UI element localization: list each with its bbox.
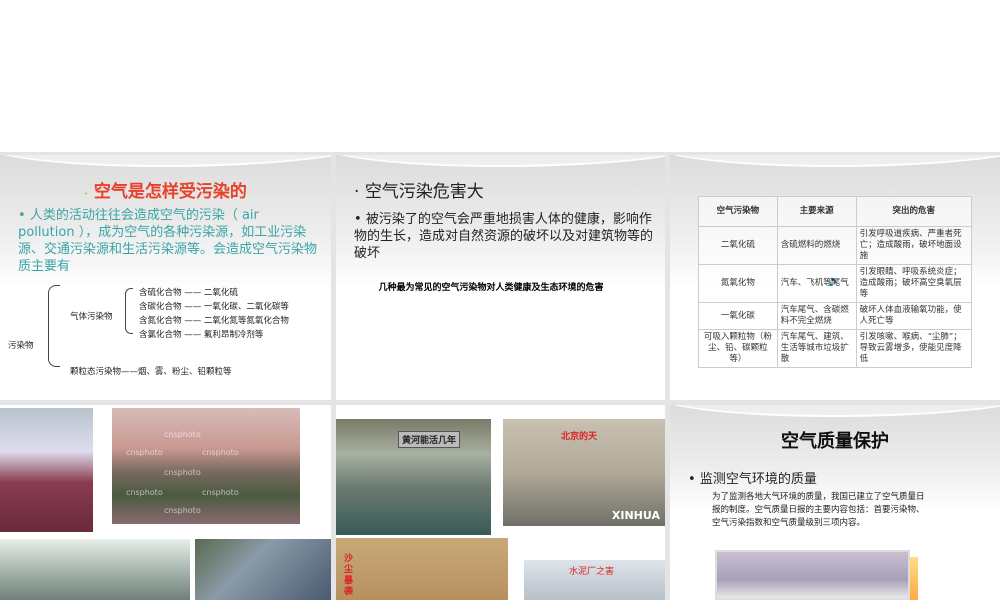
- decor-swoosh: [336, 155, 665, 167]
- photo-label: 沙尘暴袭: [344, 554, 354, 597]
- watermark: cnsphoto: [202, 488, 239, 497]
- watermark: cnsphoto: [164, 430, 201, 439]
- col-header: 突出的危害: [855, 196, 973, 227]
- watermark: cnsphoto: [164, 468, 201, 477]
- tree-item: 含氯化合物 —— 氟利昂制冷剂等: [139, 330, 264, 340]
- tree-root: 污染物: [8, 341, 34, 351]
- bullet-text: 监测空气环境的质量: [699, 472, 817, 487]
- slide-thumbnail-5[interactable]: 黄河能活几年 北京的天 XINHUA 沙尘暴袭 水泥厂之害: [336, 405, 665, 600]
- photo-label: 黄河能活几年: [398, 431, 461, 448]
- photo-monitoring-station: [715, 550, 910, 600]
- cell: 引发呼吸道疾病、严重者死亡；造成酸雨，破坏地面设施: [855, 226, 973, 265]
- watermark: cnsphoto: [202, 448, 239, 457]
- photo-smoke-pollution: cnsphoto cnsphoto cnsphoto cnsphoto cnsp…: [112, 408, 300, 524]
- title-text: 空气是怎样受污染的: [93, 182, 247, 202]
- slide-thumbnail-6[interactable]: 空气质量保护 • 监测空气环境的质量 为了监测各地大气环境的质量，我国已建立了空…: [670, 405, 1000, 600]
- title-text: 空气污染危害大: [364, 182, 484, 202]
- photo-cement-factory: 水泥厂之害: [524, 560, 665, 600]
- watermark: cnsphoto: [126, 448, 163, 457]
- photo-label: 北京的天: [561, 432, 598, 442]
- photo-smog-city: [0, 539, 190, 600]
- cell: 含硫燃料的燃烧: [776, 226, 857, 265]
- decor-swoosh: [670, 405, 1000, 417]
- cell: 一氧化碳: [698, 302, 778, 330]
- slide-paragraph: 为了监测各地大气环境的质量，我国已建立了空气质量日报的制度。空气质量日报的主要内…: [712, 492, 925, 528]
- body-text: 人类的活动往往会造成空气的污染（ air pollution ），成为空气的各种…: [18, 208, 318, 274]
- slide-title: · 空气是怎样受污染的: [84, 182, 247, 202]
- tree-item: 含碳化合物 —— 一氧化碳、二氧化碳等: [139, 302, 289, 312]
- body-text: 被污染了的空气会严重地损害人体的健康，影响作物的生长，造成对自然资源的破坏以及对…: [354, 212, 654, 261]
- photo-sandstorm: 沙尘暴袭: [336, 538, 508, 600]
- col-header: 主要来源: [776, 196, 857, 227]
- photo-label: 水泥厂之害: [569, 567, 615, 577]
- slide-thumbnail-2[interactable]: · 空气污染危害大 • 被污染了的空气会严重地损害人体的健康，影响作物的生长，造…: [336, 155, 665, 400]
- decor-swoosh: [0, 155, 331, 167]
- slide-bullet: • 监测空气环境的质量: [688, 472, 817, 487]
- cell: 氮氧化物: [698, 264, 778, 303]
- tree-gas: 气体污染物: [70, 312, 113, 322]
- slide-title: · 空气污染危害大: [354, 182, 484, 202]
- cell: 汽车、飞机等尾气: [776, 264, 857, 303]
- table-row: 二氧化硫 含硫燃料的燃烧 引发呼吸道疾病、严重者死亡；造成酸雨，破坏地面设施: [698, 226, 973, 265]
- cell: 引发眼睛、呼吸系统炎症；造成酸雨；破坏高空臭氧层等: [855, 264, 973, 303]
- slide-thumbnail-4[interactable]: cnsphoto cnsphoto cnsphoto cnsphoto cnsp…: [0, 405, 331, 600]
- cell: 可吸入颗粒物（粉尘、铅、碳颗粒等）: [698, 329, 778, 368]
- photo-gas-masks: [0, 408, 93, 532]
- cell: 破坏人体血液输氧功能，使人死亡等: [855, 302, 973, 330]
- watermark: cnsphoto: [126, 488, 163, 497]
- brace: [48, 285, 60, 367]
- speaker-icon[interactable]: 🔈: [828, 276, 840, 287]
- photo-satellite: [195, 539, 331, 600]
- cell: 引发咳嗽、喉病、“尘肺”；导致云雾增多，使能见度降低: [855, 329, 973, 368]
- photo-watermark: XINHUA: [611, 509, 660, 522]
- photo-beijing-sky: 北京的天 XINHUA: [503, 419, 665, 526]
- table-row: 可吸入颗粒物（粉尘、铅、碳颗粒等） 汽车尾气、建筑、生活等城市垃圾扩散 引发咳嗽、喉…: [698, 329, 973, 368]
- slide-sorter: · 空气是怎样受污染的 • 人类的活动往往会造成空气的污染（ air pollut…: [0, 152, 1000, 600]
- caption: 几种最为常见的空气污染物对人类健康及生态环境的危害: [378, 283, 604, 293]
- table-row: 一氧化碳 汽车尾气、含碳燃料不完全燃烧 破坏人体血液输氧功能，使人死亡等: [698, 302, 973, 330]
- cell: 汽车尾气、含碳燃料不完全燃烧: [776, 302, 857, 330]
- tree-item: 含氮化合物 —— 二氧化氮等氮氧化合物: [139, 316, 289, 326]
- tree-item: 含硫化合物 —— 二氧化硫: [139, 288, 238, 298]
- slide-body: • 人类的活动往往会造成空气的污染（ air pollution ），成为空气的…: [18, 208, 318, 274]
- photo-yellow-river: 黄河能活几年: [336, 419, 491, 535]
- tree-particle: 颗粒态污染物——烟、雾、粉尘、铅颗粒等: [70, 367, 232, 377]
- slide-body: • 被污染了的空气会严重地损害人体的健康，影响作物的生长，造成对自然资源的破坏以…: [354, 212, 654, 261]
- cell: 汽车尾气、建筑、生活等城市垃圾扩散: [776, 329, 857, 368]
- slide-thumbnail-1[interactable]: · 空气是怎样受污染的 • 人类的活动往往会造成空气的污染（ air pollut…: [0, 155, 331, 400]
- decor-bar: [910, 557, 918, 600]
- watermark: cnsphoto: [164, 506, 201, 515]
- col-header: 空气污染物: [698, 196, 778, 227]
- brace: [125, 288, 133, 334]
- slide-thumbnail-3[interactable]: 空气污染物 主要来源 突出的危害 二氧化硫 含硫燃料的燃烧 引发呼吸道疾病、严重者死亡；…: [670, 155, 1000, 400]
- decor-swoosh: [670, 155, 1000, 167]
- slide-title: 空气质量保护: [781, 431, 889, 452]
- cell: 二氧化硫: [698, 226, 778, 265]
